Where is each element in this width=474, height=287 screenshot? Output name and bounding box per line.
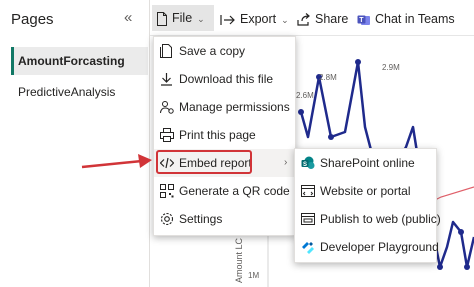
menu-item-manage-permissions[interactable]: Manage permissions — [154, 93, 295, 121]
svg-text:T: T — [359, 17, 364, 24]
submenu-item-sharepoint-online[interactable]: S SharePoint online — [295, 149, 436, 177]
menu-item-label: Print this page — [179, 128, 256, 142]
menu-item-save-a-copy[interactable]: Save a copy — [154, 37, 295, 65]
menu-item-generate-qr-code[interactable]: Generate a QR code — [154, 177, 295, 205]
submenu-item-website-or-portal[interactable]: Website or portal — [295, 177, 436, 205]
menu-item-label: Download this file — [179, 72, 274, 86]
print-icon — [160, 128, 174, 142]
teams-icon: T — [357, 15, 370, 25]
page-tab-predictiveanalysis[interactable]: PredictiveAnalysis — [11, 78, 148, 106]
permissions-icon — [160, 101, 174, 114]
sharepoint-icon: S — [301, 156, 315, 169]
export-button[interactable]: Export ⌄ — [220, 8, 289, 30]
menu-item-print-this-page[interactable]: Print this page — [154, 121, 295, 149]
settings-icon — [160, 212, 174, 226]
export-icon — [220, 14, 235, 25]
data-point — [437, 264, 443, 270]
menu-item-download[interactable]: Download this file — [154, 65, 295, 93]
submenu-item-label: Website or portal — [320, 184, 411, 198]
submenu-item-label: Publish to web (public) — [320, 212, 441, 226]
save-copy-icon — [160, 44, 172, 58]
chevron-right-icon: › — [284, 157, 288, 168]
chevron-down-icon: ⌄ — [197, 13, 205, 24]
teams-label: Chat in Teams — [375, 12, 455, 26]
y-axis-label: Amount LC — [234, 237, 244, 283]
menu-item-settings[interactable]: Settings — [154, 205, 295, 233]
file-icon — [157, 11, 167, 26]
share-icon — [297, 13, 310, 26]
menu-item-embed-report[interactable]: Embed report › — [154, 149, 295, 177]
data-point — [328, 134, 334, 140]
data-label: 2.8M — [319, 73, 337, 82]
pages-pane: Pages « AmountForcasting PredictiveAnaly… — [0, 0, 150, 287]
publish-web-icon — [301, 213, 315, 225]
download-icon — [161, 73, 172, 86]
submenu-item-publish-to-web[interactable]: Publish to web (public) — [295, 205, 441, 233]
embed-icon — [160, 157, 174, 169]
export-label: Export — [240, 12, 277, 26]
data-label: 2.9M — [382, 63, 400, 72]
data-point — [355, 59, 361, 65]
y-tick-label: 1M — [248, 271, 259, 280]
page-tab-amountforcasting[interactable]: AmountForcasting — [11, 47, 148, 75]
submenu-item-developer-playground[interactable]: Developer Playground — [295, 233, 439, 261]
report-toolbar: File ⌄ Export ⌄ Share T Chat in Teams — [150, 0, 474, 36]
file-menu: Save a copy Download this file Manage pe… — [153, 36, 296, 236]
submenu-item-label: Developer Playground — [320, 240, 439, 254]
file-label: File — [172, 11, 193, 25]
svg-text:S: S — [303, 162, 307, 168]
developer-playground-icon — [302, 242, 314, 254]
website-icon — [301, 185, 315, 197]
data-point — [458, 229, 464, 235]
menu-item-label: Manage permissions — [179, 100, 290, 114]
share-label: Share — [315, 12, 349, 26]
annotation-arrow — [81, 154, 152, 169]
share-button[interactable]: Share — [297, 8, 348, 30]
data-point — [464, 264, 470, 270]
data-label: 2.6M — [296, 91, 314, 100]
menu-item-label: Settings — [179, 212, 223, 226]
file-menu-button[interactable]: File ⌄ — [152, 5, 214, 31]
chevron-down-icon: ⌄ — [281, 14, 289, 25]
chat-in-teams-button[interactable]: T Chat in Teams — [357, 8, 455, 30]
menu-item-label: Generate a QR code — [179, 184, 290, 198]
data-point — [298, 109, 304, 115]
qr-code-icon — [160, 184, 174, 198]
menu-item-label: Save a copy — [179, 44, 246, 58]
pages-title: Pages — [11, 11, 54, 28]
embed-report-submenu: S SharePoint online Website or portal Pu… — [294, 148, 441, 263]
collapse-pane-icon[interactable]: « — [124, 9, 132, 26]
submenu-item-label: SharePoint online — [320, 156, 415, 170]
